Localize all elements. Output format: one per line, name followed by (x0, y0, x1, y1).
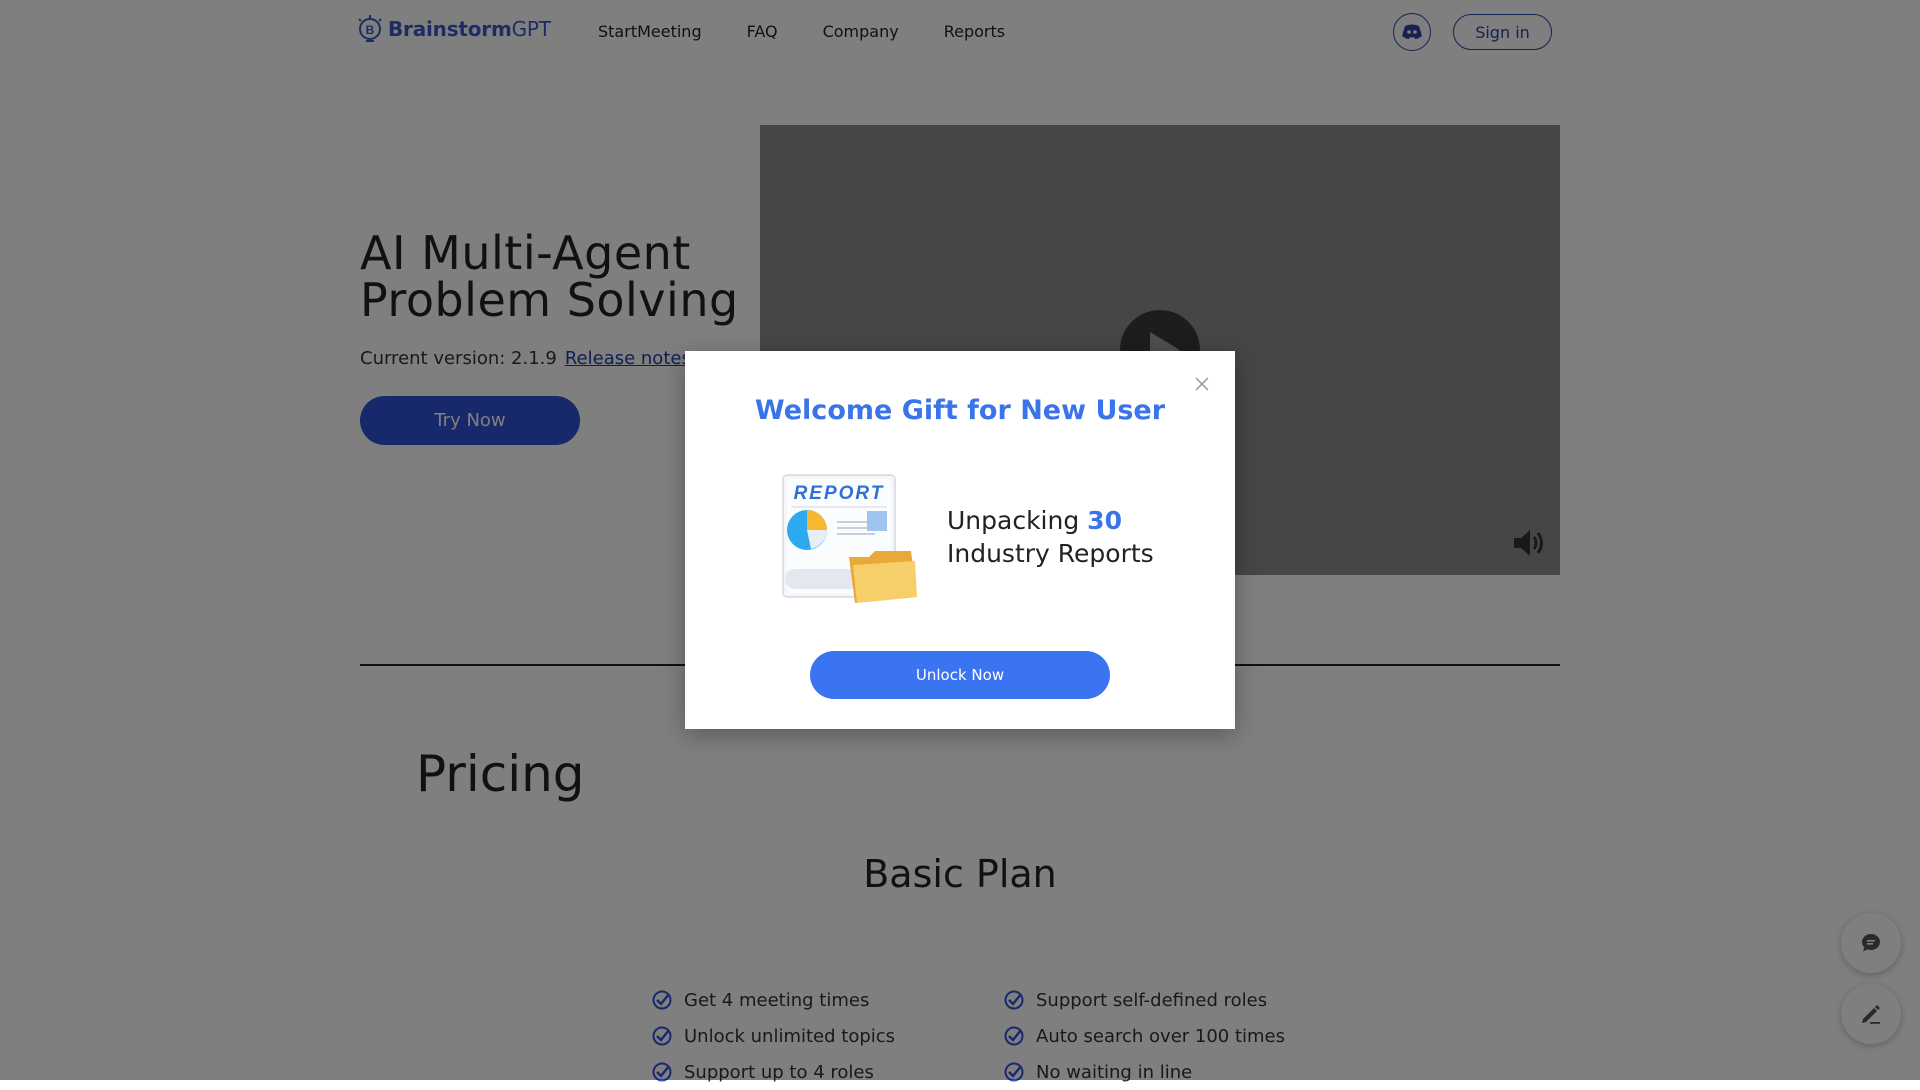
modal-title: Welcome Gift for New User (754, 395, 1166, 426)
welcome-gift-modal: Welcome Gift for New User REPORT Unpacki… (685, 351, 1235, 729)
report-label: REPORT (794, 483, 885, 504)
gift-description: Unpacking 30 Industry Reports (947, 504, 1154, 570)
gift-text-prefix: Unpacking (947, 506, 1080, 535)
close-icon[interactable] (1193, 375, 1211, 393)
gift-text-line2: Industry Reports (947, 539, 1154, 568)
unlock-now-button[interactable]: Unlock Now (810, 651, 1110, 699)
report-illustration: REPORT (782, 474, 917, 603)
gift-count: 30 (1087, 506, 1122, 535)
